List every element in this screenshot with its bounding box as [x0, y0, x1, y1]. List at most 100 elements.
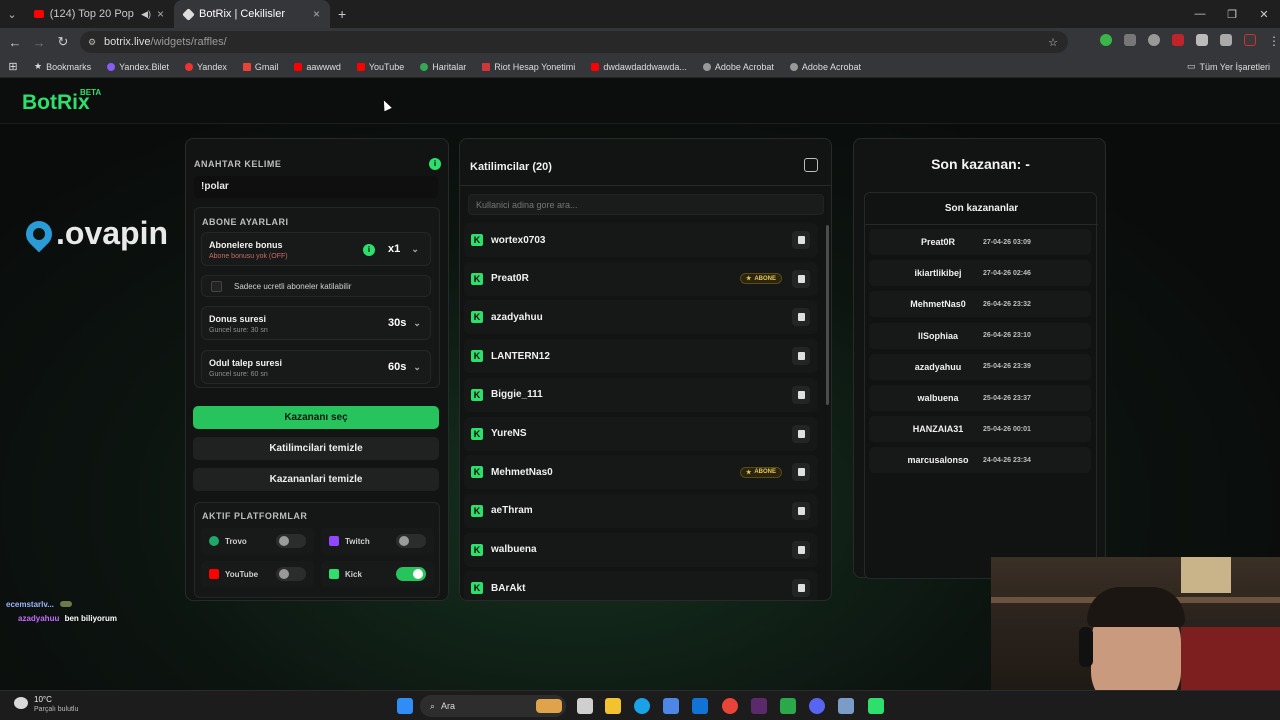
url-field[interactable]: ⚙ botrix.live/widgets/raffles/ ☆ — [80, 31, 1068, 53]
delete-participant-button[interactable] — [792, 347, 810, 366]
url-path: /widgets/raffles/ — [150, 36, 227, 48]
media-icon[interactable] — [1220, 34, 1232, 46]
extension-icon[interactable] — [1124, 34, 1136, 46]
bookmark-item[interactable]: Yandex — [177, 62, 235, 72]
reload-icon[interactable]: ↻ — [51, 34, 75, 50]
close-tab-icon[interactable]: × — [157, 7, 164, 21]
clear-participants-button[interactable]: Katilimcilari temizle — [193, 437, 439, 460]
delete-participant-button[interactable] — [792, 463, 810, 482]
bookmark-item[interactable]: aawwwd — [286, 62, 349, 72]
duration-select[interactable]: 30s ⌄ — [388, 317, 421, 329]
bookmark-item[interactable]: Gmail — [235, 62, 287, 72]
copy-icon[interactable] — [804, 158, 818, 172]
app-icon[interactable] — [838, 698, 854, 714]
taskbar-search[interactable]: ⌕ Ara — [420, 695, 566, 717]
trash-icon — [797, 352, 805, 361]
extension-icon[interactable] — [1148, 34, 1160, 46]
bookmark-item[interactable]: Yandex.Bilet — [99, 62, 177, 72]
delete-participant-button[interactable] — [792, 579, 810, 598]
subscriber-badge: ★ ABONE — [739, 466, 782, 478]
last-winner-title: Son kazanan: - — [931, 156, 1030, 172]
file-explorer-icon[interactable] — [605, 698, 621, 714]
bookmark-item[interactable]: YouTube — [349, 62, 412, 72]
scrollbar[interactable] — [826, 225, 829, 405]
winner-date: 26-04-26 23:32 — [983, 300, 1031, 308]
info-icon[interactable]: i — [429, 158, 441, 170]
checkbox[interactable] — [211, 281, 222, 292]
outlook-icon[interactable] — [692, 698, 708, 714]
all-bookmarks[interactable]: ▭ Tüm Yer İşaretleri — [1179, 61, 1278, 72]
delete-participant-button[interactable] — [792, 424, 810, 443]
delete-participant-button[interactable] — [792, 540, 810, 559]
sponsor-text: .ovapin — [56, 215, 169, 251]
menu-icon[interactable]: ⋮ — [1268, 34, 1280, 48]
bookmark-item[interactable]: Adobe Acrobat — [782, 62, 869, 72]
bookmark-item[interactable]: dwdawdaddwawda... — [583, 62, 695, 72]
start-icon[interactable] — [397, 698, 413, 714]
kick-app-icon[interactable] — [868, 698, 884, 714]
app-icon[interactable] — [751, 698, 767, 714]
forward-icon[interactable]: → — [27, 35, 51, 50]
bookmark-item[interactable]: Adobe Acrobat — [695, 62, 782, 72]
back-icon[interactable]: ← — [3, 35, 27, 50]
browser-tabbar: ⌄ (124) Top 20 Pop Songs 202 ◀) × BotRix… — [0, 0, 1280, 28]
pick-winner-button[interactable]: Kazananı seç — [193, 406, 439, 429]
profile-icon[interactable] — [1244, 34, 1256, 46]
star-icon: ★ — [745, 276, 752, 283]
keyword-input[interactable]: !polar — [194, 176, 438, 198]
tab-youtube[interactable]: (124) Top 20 Pop Songs 202 ◀) × — [24, 0, 174, 28]
winner-date: 25-04-26 23:39 — [983, 363, 1031, 371]
participant-row: K Preat0R ★ ABONE — [464, 261, 818, 296]
only-paid-row[interactable]: Sadece ucretli aboneler katilabilir — [201, 275, 431, 297]
recent-winners-title: Son kazananlar — [944, 203, 1019, 214]
delete-participant-button[interactable] — [792, 308, 810, 327]
shield-extension-icon[interactable] — [1100, 34, 1112, 46]
weather-icon[interactable] — [14, 697, 28, 709]
delete-participant-button[interactable] — [792, 231, 810, 249]
participant-search-input[interactable] — [468, 194, 824, 215]
participant-row: Kwalbuena — [464, 532, 818, 567]
twitch-toggle[interactable] — [396, 534, 426, 548]
tab-list-icon[interactable]: ⌄ — [0, 8, 24, 21]
participant-name: Biggie_111 — [491, 389, 543, 401]
youtube-toggle[interactable] — [276, 567, 306, 581]
app-icon[interactable] — [780, 698, 796, 714]
kick-icon: K — [471, 272, 483, 285]
subscriber-badge: ★ ABONE — [739, 273, 782, 285]
kick-toggle[interactable] — [396, 567, 426, 581]
info-icon[interactable]: i — [363, 244, 375, 256]
trash-icon — [797, 274, 805, 283]
tab-botrix[interactable]: BotRix | Cekilisler × — [174, 0, 330, 28]
participant-row: Kwortex0703 — [464, 223, 818, 257]
close-tab-icon[interactable]: × — [313, 7, 320, 21]
sub-bonus-select[interactable]: x1 ⌄ — [388, 243, 419, 255]
bookmark-item[interactable]: Haritalar — [412, 62, 474, 72]
task-view-icon[interactable] — [577, 698, 593, 714]
bookmark-star-icon[interactable]: ☆ — [1048, 36, 1058, 49]
site-info-icon[interactable]: ⚙ — [88, 37, 96, 48]
apps-icon[interactable]: ⊞ — [0, 60, 26, 73]
claim-select[interactable]: 60s ⌄ — [388, 361, 421, 373]
bookmark-item[interactable]: Riot Hesap Yonetimi — [474, 62, 583, 72]
chrome-icon[interactable] — [722, 698, 738, 714]
participant-name: walbuena — [491, 544, 537, 556]
delete-participant-button[interactable] — [792, 269, 810, 288]
maximize-icon[interactable]: ❐ — [1216, 0, 1248, 28]
youtube-icon — [209, 569, 219, 579]
kick-icon: K — [471, 504, 483, 517]
delete-participant-button[interactable] — [792, 501, 810, 520]
clear-winners-button[interactable]: Kazananlari temizle — [193, 468, 439, 491]
store-icon[interactable] — [663, 698, 679, 714]
chevron-down-icon: ⌄ — [413, 318, 421, 328]
new-tab-icon[interactable]: + — [338, 6, 346, 22]
extension-icon[interactable] — [1172, 34, 1184, 46]
minimize-icon[interactable]: — — [1184, 0, 1216, 28]
close-window-icon[interactable]: ✕ — [1248, 0, 1280, 28]
puzzle-icon[interactable] — [1196, 34, 1208, 46]
participant-row: K YureNS — [464, 416, 818, 451]
bookmark-item[interactable]: ★ Bookmarks — [26, 61, 99, 72]
delete-participant-button[interactable] — [792, 385, 810, 404]
discord-icon[interactable] — [809, 698, 825, 714]
edge-icon[interactable] — [634, 698, 650, 714]
trovo-toggle[interactable] — [276, 534, 306, 548]
